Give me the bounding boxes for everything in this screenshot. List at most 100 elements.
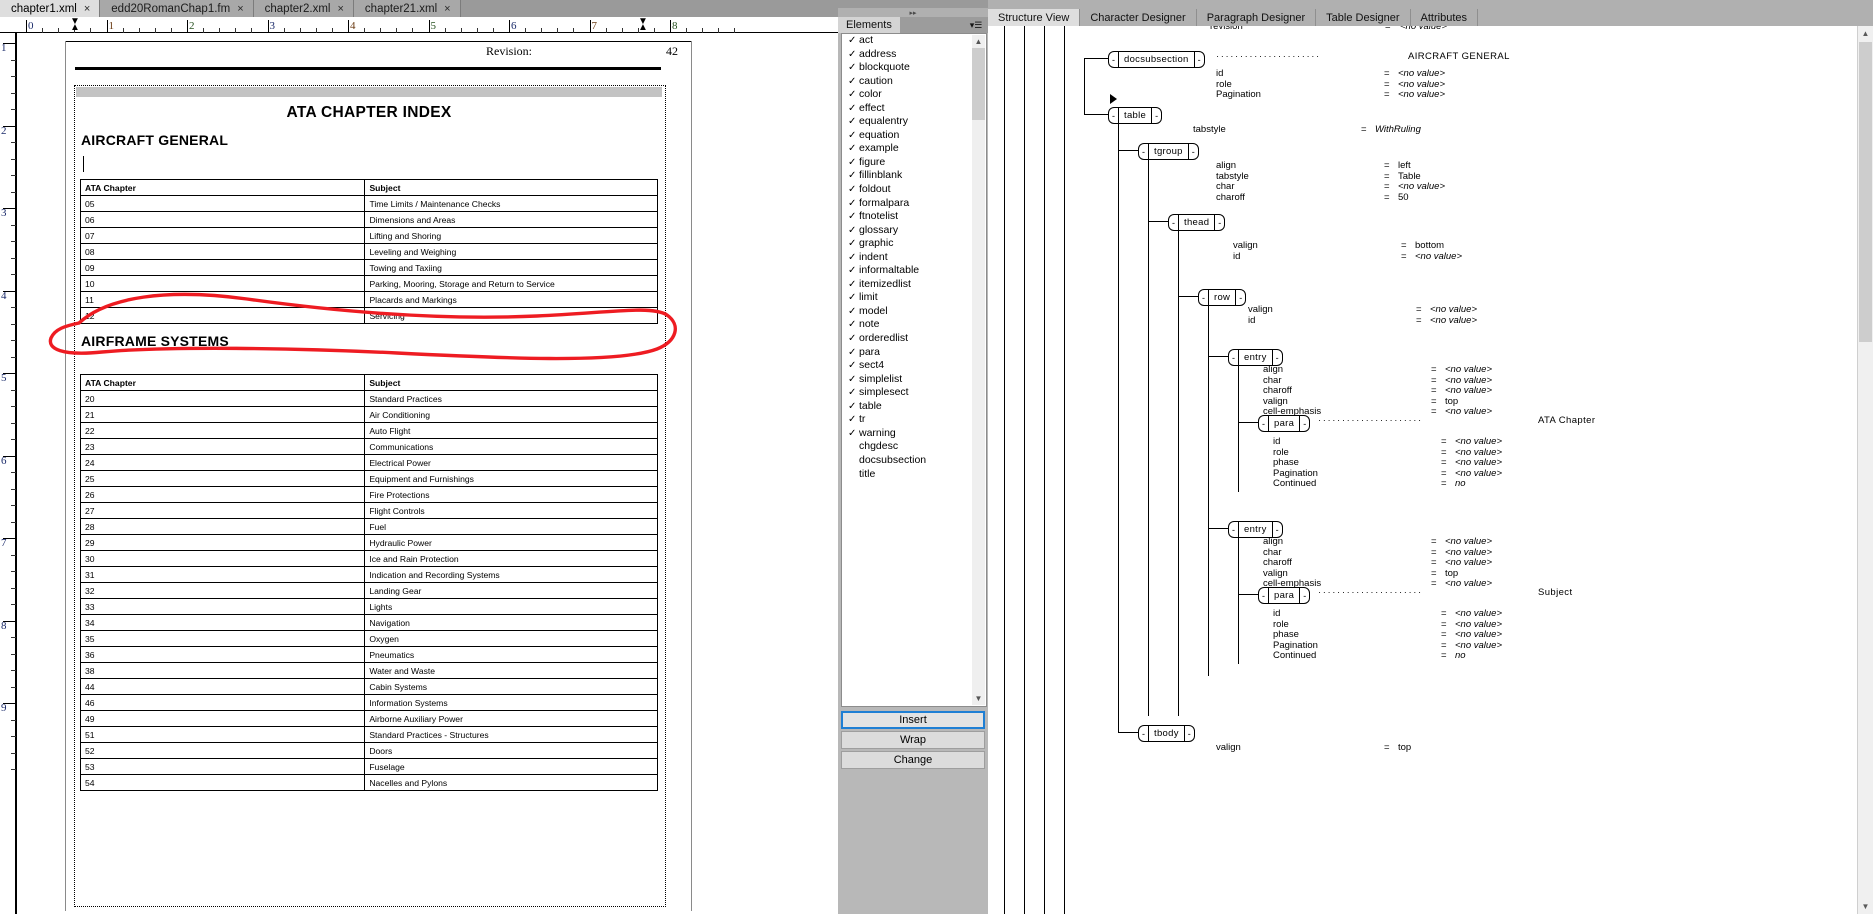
collapse-toggle-right[interactable]: - (1151, 108, 1161, 123)
table-row[interactable]: 33 Lights (79, 598, 658, 615)
element-list-item[interactable]: ✓ table (842, 400, 986, 414)
table-row[interactable]: 54 Nacelles and Pylons (79, 774, 658, 791)
tab-structure-view[interactable]: Structure View (988, 9, 1081, 26)
collapse-toggle-right[interactable]: - (1299, 416, 1309, 431)
collapse-toggle-right[interactable]: - (1193, 52, 1204, 67)
collapse-toggle-left[interactable]: - (1259, 588, 1269, 603)
collapse-toggle-left[interactable]: - (1139, 144, 1149, 159)
element-list-item[interactable]: ✓ equation (842, 129, 986, 143)
vertical-ruler[interactable]: 1 2 3 4 5 6 7 8 9 (0, 33, 17, 914)
collapse-toggle-left[interactable]: - (1229, 522, 1239, 537)
text-frame[interactable]: ATA CHAPTER INDEX AIRCRAFT GENERAL ATA C… (74, 85, 666, 907)
element-list-item[interactable]: ✓ address (842, 48, 986, 62)
element-list-item[interactable]: ✓ fillinblank (842, 169, 986, 183)
ata-table-airframe-systems[interactable]: ATA Chapter Subject 20 Standard Practices… (79, 374, 658, 791)
close-icon[interactable]: × (237, 3, 243, 15)
element-list-item[interactable]: ✓ foldout (842, 183, 986, 197)
insert-button[interactable]: Insert (841, 711, 985, 729)
collapse-toggle-left[interactable]: - (1199, 290, 1209, 305)
table-row[interactable]: 36 Pneumatics (79, 646, 658, 663)
panel-menu-icon[interactable]: ▾☰ (964, 17, 988, 33)
tab-paragraph-designer[interactable]: Paragraph Designer (1196, 9, 1317, 26)
collapse-toggle-right[interactable]: - (1271, 522, 1282, 537)
element-list-item[interactable]: ✓ blockquote (842, 61, 986, 75)
table-row[interactable]: 31 Indication and Recording Systems (79, 566, 658, 583)
table-row[interactable]: 22 Auto Flight (79, 422, 658, 439)
table-row[interactable]: 29 Hydraulic Power (79, 534, 658, 551)
wrap-button[interactable]: Wrap (841, 731, 985, 749)
element-list-item[interactable]: ✓chgdesc (842, 440, 986, 454)
element-list-item[interactable]: ✓title (842, 468, 986, 482)
collapse-toggle-right[interactable]: - (1271, 350, 1282, 365)
doc-tab-chapter1[interactable]: chapter1.xml × (0, 0, 101, 17)
change-button[interactable]: Change (841, 751, 985, 769)
collapse-toggle-left[interactable]: - (1109, 52, 1119, 67)
elements-list[interactable]: ✓ act ✓ address ✓ blockquote ✓ caution ✓ color ✓ ef… (841, 33, 987, 707)
element-list-item[interactable]: ✓ color (842, 88, 986, 102)
table-row[interactable]: 05 Time Limits / Maintenance Checks (79, 195, 658, 212)
table-row[interactable]: 35 Oxygen (79, 630, 658, 647)
table-row[interactable]: 30 Ice and Rain Protection (79, 550, 658, 567)
scrollbar-thumb[interactable] (1859, 42, 1872, 342)
doc-tab-chapter21[interactable]: chapter21.xml × (353, 0, 461, 17)
structure-node-para-ata-chapter[interactable]: - para - (1258, 415, 1311, 432)
ata-table-aircraft-general[interactable]: ATA Chapter Subject 05 Time Limits / Main… (79, 179, 658, 324)
scroll-up-icon[interactable]: ▲ (1858, 26, 1873, 41)
structure-node-row[interactable]: - row - (1198, 289, 1247, 306)
table-row[interactable]: 21 Air Conditioning (79, 406, 658, 423)
element-list-item[interactable]: ✓ tr (842, 413, 986, 427)
table-row[interactable]: 06 Dimensions and Areas (79, 211, 658, 228)
element-list-item[interactable]: ✓ caution (842, 75, 986, 89)
element-list-item[interactable]: ✓ example (842, 142, 986, 156)
collapse-toggle-right[interactable]: - (1299, 588, 1309, 603)
table-row[interactable]: 10 Parking, Mooring, Storage and Return t… (79, 275, 658, 292)
scroll-up-icon[interactable]: ▲ (972, 35, 985, 48)
table-row[interactable]: 25 Equipment and Furnishings (79, 470, 658, 487)
close-icon[interactable]: × (444, 3, 450, 15)
element-list-item[interactable]: ✓ ftnotelist (842, 210, 986, 224)
table-row[interactable]: 28 Fuel (79, 518, 658, 535)
element-list-item[interactable]: ✓ effect (842, 102, 986, 116)
collapse-toggle-left[interactable]: - (1229, 350, 1239, 365)
structure-node-docsubsection[interactable]: - docsubsection - (1108, 51, 1205, 68)
table-row[interactable]: 53 Fuselage (79, 758, 658, 775)
scroll-down-icon[interactable]: ▼ (972, 692, 985, 705)
scroll-down-icon[interactable]: ▼ (1858, 899, 1873, 914)
table-row[interactable]: 27 Flight Controls (79, 502, 658, 519)
table-row[interactable]: 34 Navigation (79, 614, 658, 631)
collapse-toggle-left[interactable]: - (1109, 108, 1119, 123)
page-body[interactable]: Revision: 42 ATA CHAPTER INDEX AIRCRAFT … (65, 41, 692, 911)
collapse-toggle-left[interactable]: - (1139, 726, 1149, 741)
table-row[interactable]: 11 Placards and Markings (79, 291, 658, 308)
table-row[interactable]: 52 Doors (79, 742, 658, 759)
table-row[interactable]: 24 Electrical Power (79, 454, 658, 471)
table-row[interactable]: 44 Cabin Systems (79, 678, 658, 695)
element-list-item[interactable]: ✓ note (842, 318, 986, 332)
table-row[interactable]: 51 Standard Practices - Structures (79, 726, 658, 743)
element-list-item[interactable]: ✓ indent (842, 251, 986, 265)
document-canvas[interactable]: Revision: 42 ATA CHAPTER INDEX AIRCRAFT … (17, 33, 860, 914)
table-row[interactable]: 23 Communications (79, 438, 658, 455)
table-row[interactable]: 08 Leveling and Weighing (79, 243, 658, 260)
element-list-item[interactable]: ✓ warning (842, 427, 986, 441)
left-indent-marker[interactable]: ▲ (70, 22, 80, 33)
element-list-item[interactable]: ✓ sect4 (842, 359, 986, 373)
element-list-item[interactable]: ✓ itemizedlist (842, 278, 986, 292)
element-list-item[interactable]: ✓ informaltable (842, 264, 986, 278)
doc-tab-chapter2[interactable]: chapter2.xml × (253, 0, 354, 17)
element-list-item[interactable]: ✓ glossary (842, 224, 986, 238)
collapse-toggle-left[interactable]: - (1169, 215, 1179, 230)
close-icon[interactable]: × (337, 3, 343, 15)
table-row[interactable]: 38 Water and Waste (79, 662, 658, 679)
collapse-toggle-right[interactable]: - (1187, 144, 1198, 159)
table-row[interactable]: 32 Landing Gear (79, 582, 658, 599)
section-heading-airframe-systems[interactable]: AIRFRAME SYSTEMS (81, 333, 229, 349)
element-list-item[interactable]: ✓ limit (842, 291, 986, 305)
table-row[interactable]: 46 Information Systems (79, 694, 658, 711)
element-list-item[interactable]: ✓docsubsection (842, 454, 986, 468)
section-heading-aircraft-general[interactable]: AIRCRAFT GENERAL (81, 132, 228, 148)
tab-attributes[interactable]: Attributes (1410, 9, 1478, 26)
elements-list-scrollbar[interactable]: ▲ ▼ (972, 35, 985, 705)
structure-tree-canvas[interactable]: revision = <no value> - docsubsection - ···… (988, 26, 1858, 914)
structure-vertical-scrollbar[interactable]: ▲ ▼ (1857, 26, 1873, 914)
